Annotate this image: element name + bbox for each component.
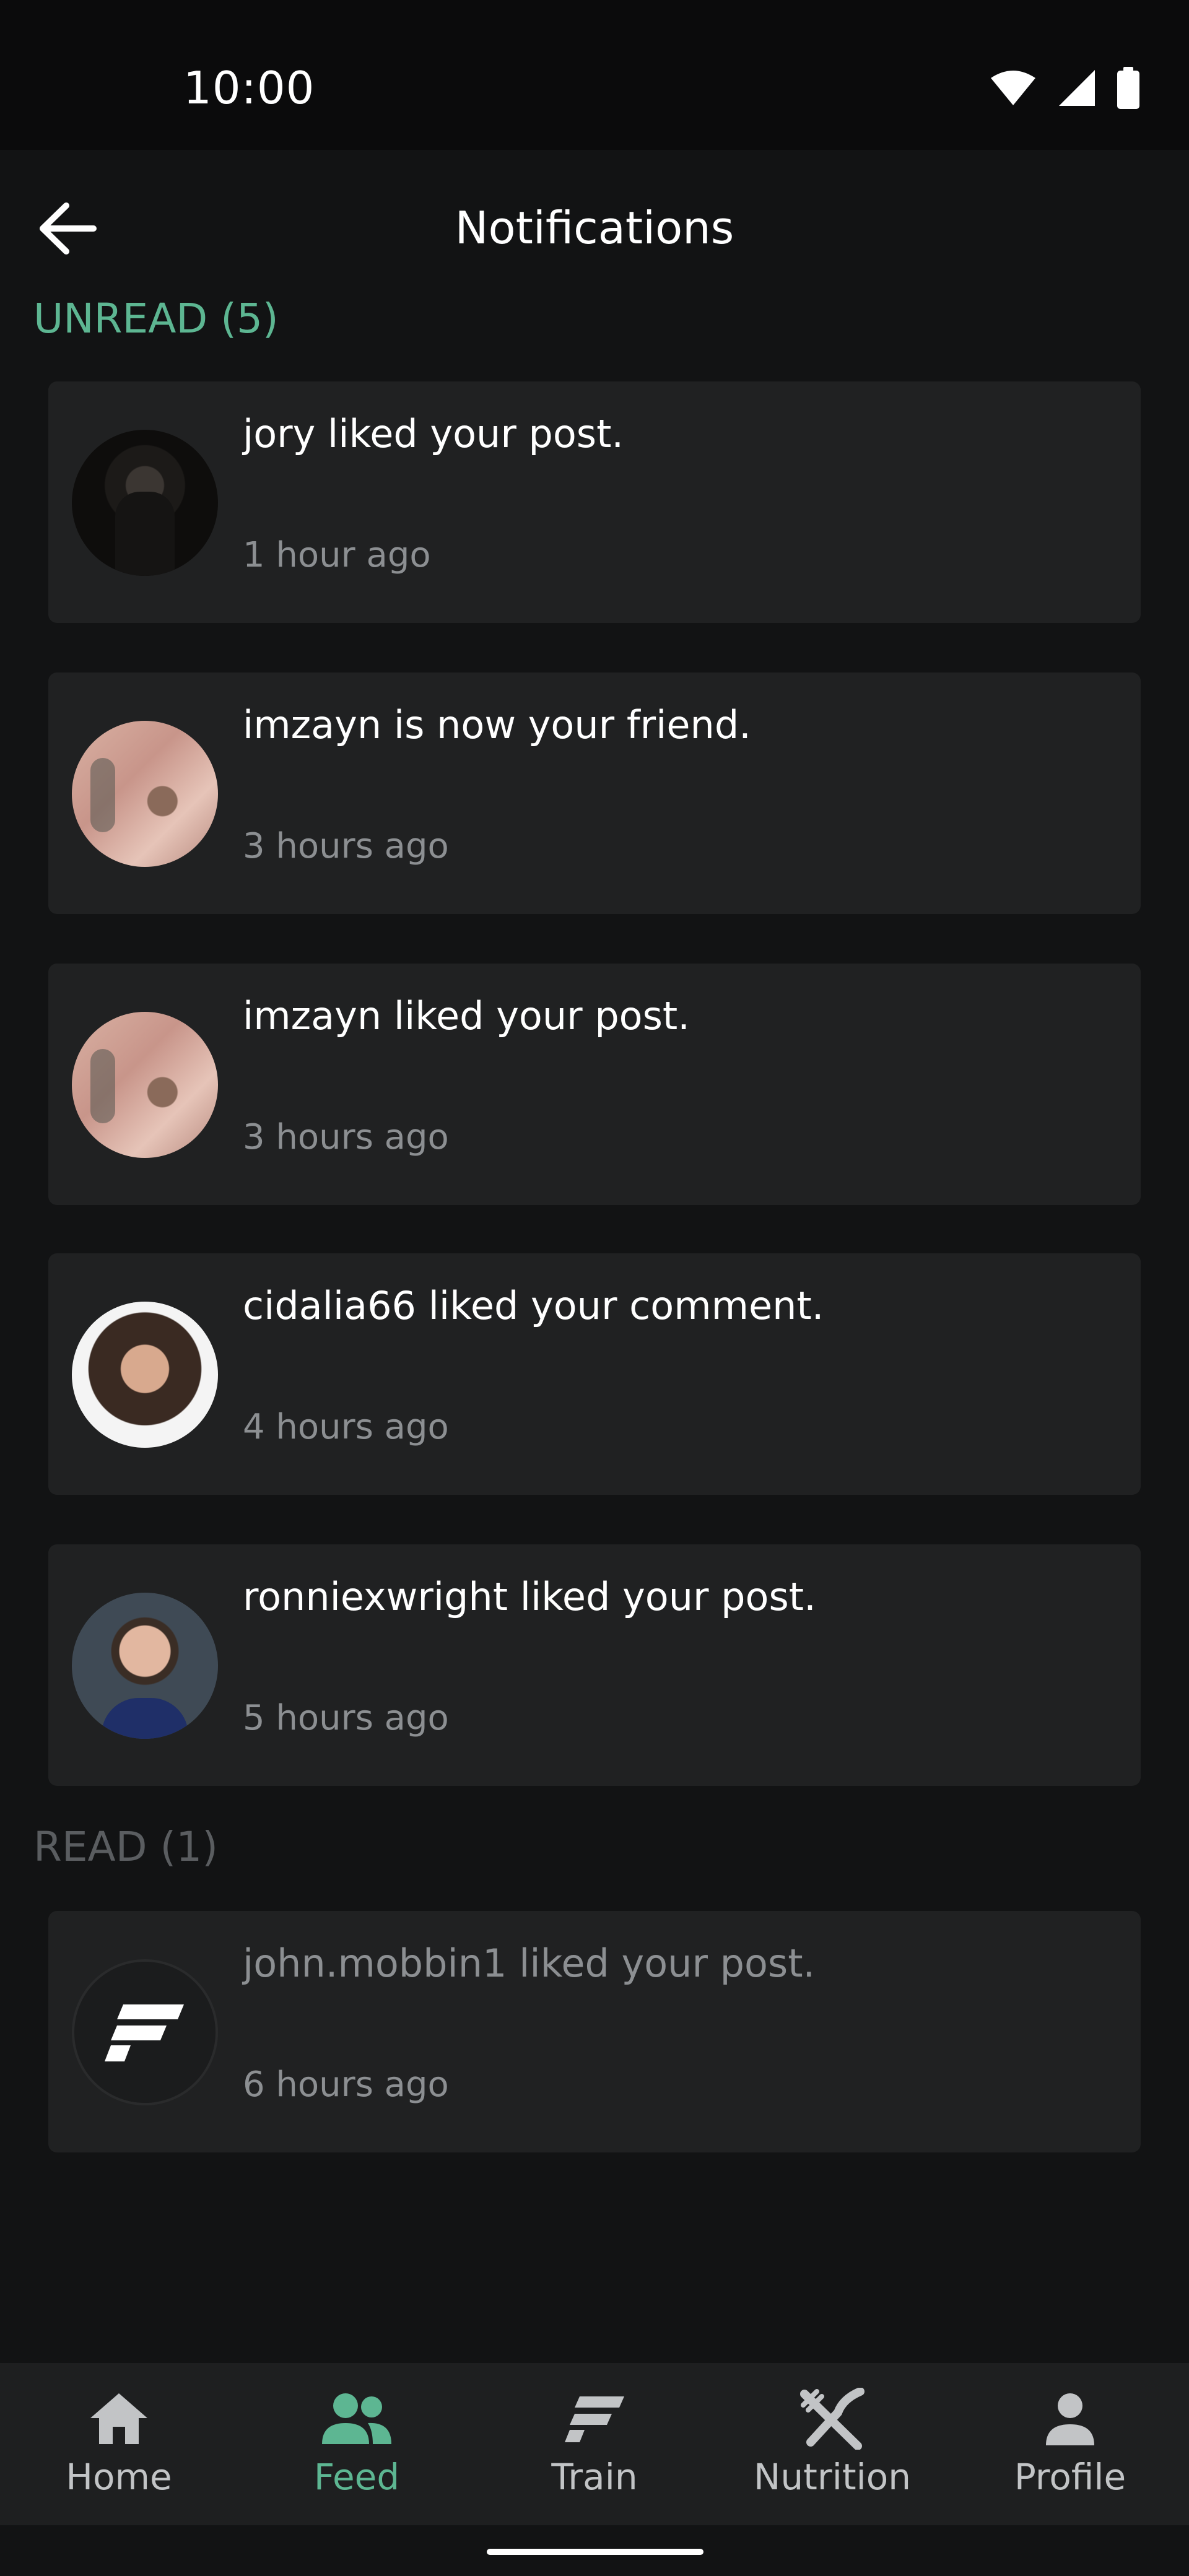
notifications-screen: 10:00 Notifications UNREAD (5) jory like… xyxy=(0,0,1189,2576)
notification-card[interactable]: jory liked your post. 1 hour ago xyxy=(48,381,1141,623)
people-icon xyxy=(320,2388,394,2450)
nav-label: Nutrition xyxy=(754,2456,911,2498)
notification-text: ronniexwright liked your post. xyxy=(243,1574,816,1619)
status-time: 10:00 xyxy=(183,62,315,114)
app-header: Notifications xyxy=(0,150,1189,305)
nav-item-profile[interactable]: Profile xyxy=(951,2363,1189,2525)
train-logo-icon xyxy=(557,2388,632,2450)
notification-card[interactable]: john.mobbin1 liked your post. 6 hours ag… xyxy=(48,1911,1141,2152)
home-icon xyxy=(82,2388,156,2450)
page-title: Notifications xyxy=(455,202,734,254)
gesture-bar[interactable] xyxy=(487,2549,703,2555)
notification-text: cidalia66 liked your comment. xyxy=(243,1283,824,1328)
status-icons xyxy=(990,67,1139,109)
avatar[interactable] xyxy=(72,1959,218,2105)
signal-icon xyxy=(1059,70,1095,106)
battery-icon xyxy=(1117,67,1139,109)
bottom-navigation: Home Feed Train Nutrition Profile xyxy=(0,2363,1189,2525)
notification-text: imzayn liked your post. xyxy=(243,993,690,1038)
utensils-icon xyxy=(795,2388,869,2450)
unread-section-label: UNREAD (5) xyxy=(33,295,279,342)
person-icon xyxy=(1033,2388,1107,2450)
avatar[interactable] xyxy=(72,721,218,867)
notification-card[interactable]: imzayn liked your post. 3 hours ago xyxy=(48,964,1141,1205)
app-logo-icon xyxy=(105,2004,184,2061)
nav-label: Home xyxy=(66,2456,172,2498)
notification-text: john.mobbin1 liked your post. xyxy=(243,1941,816,1986)
nav-label: Profile xyxy=(1014,2456,1126,2498)
nav-item-feed[interactable]: Feed xyxy=(238,2363,476,2525)
notification-time: 3 hours ago xyxy=(243,826,449,866)
nav-item-train[interactable]: Train xyxy=(476,2363,713,2525)
notification-time: 5 hours ago xyxy=(243,1698,449,1738)
status-bar: 10:00 xyxy=(0,0,1189,150)
notification-time: 4 hours ago xyxy=(243,1407,449,1447)
nav-item-nutrition[interactable]: Nutrition xyxy=(713,2363,951,2525)
notification-text: jory liked your post. xyxy=(243,411,624,456)
avatar[interactable] xyxy=(72,430,218,576)
notification-text: imzayn is now your friend. xyxy=(243,702,751,747)
notification-time: 3 hours ago xyxy=(243,1117,449,1157)
nav-label: Feed xyxy=(313,2456,400,2498)
avatar[interactable] xyxy=(72,1593,218,1739)
avatar[interactable] xyxy=(72,1012,218,1158)
notification-time: 1 hour ago xyxy=(243,535,431,575)
wifi-icon xyxy=(991,71,1035,105)
notification-card[interactable]: cidalia66 liked your comment. 4 hours ag… xyxy=(48,1253,1141,1495)
read-section-label: READ (1) xyxy=(33,1823,218,1871)
notification-card[interactable]: ronniexwright liked your post. 5 hours a… xyxy=(48,1544,1141,1786)
avatar[interactable] xyxy=(72,1302,218,1448)
nav-item-home[interactable]: Home xyxy=(0,2363,238,2525)
nav-label: Train xyxy=(551,2456,638,2498)
notification-time: 6 hours ago xyxy=(243,2065,449,2105)
notification-card[interactable]: imzayn is now your friend. 3 hours ago xyxy=(48,672,1141,914)
